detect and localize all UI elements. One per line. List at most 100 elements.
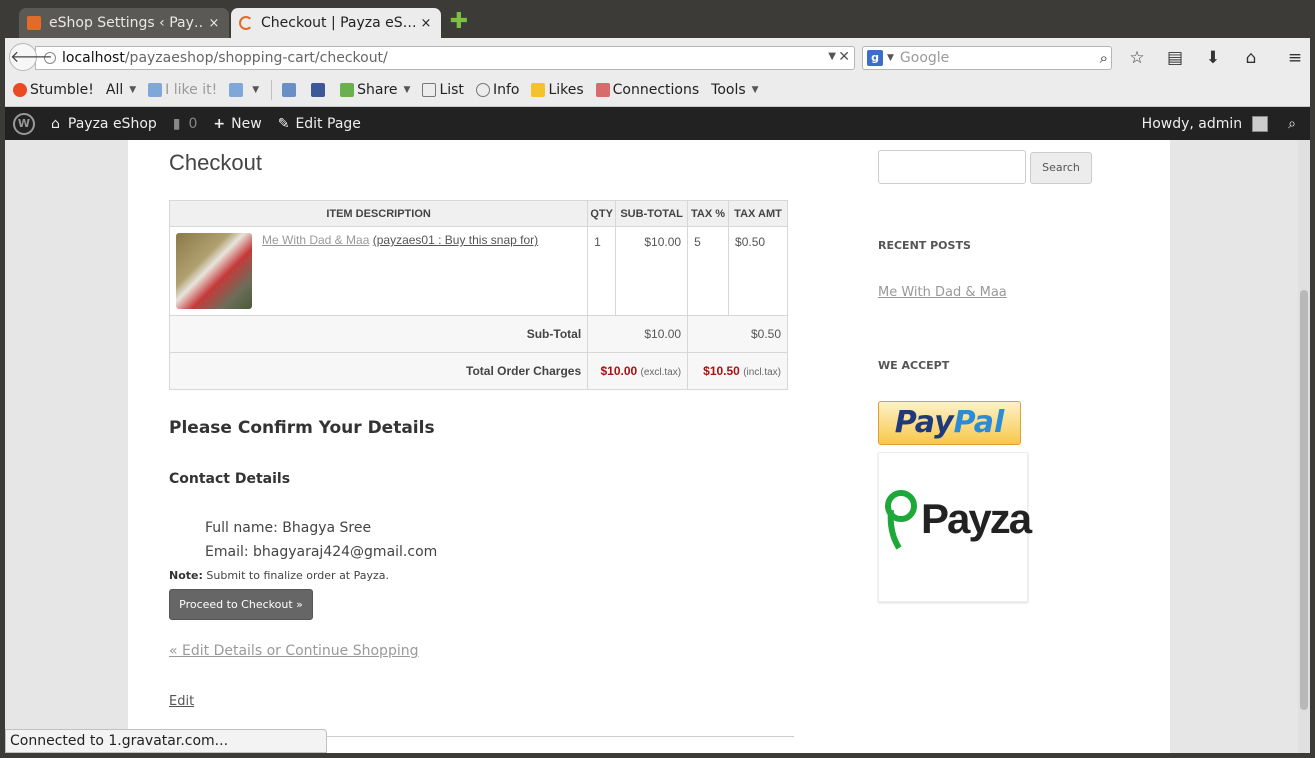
all-label: All <box>105 82 124 98</box>
connections-button[interactable]: Connections <box>595 82 700 98</box>
howdy-label[interactable]: Howdy, admin <box>1142 116 1242 132</box>
payza-p-icon <box>885 490 917 550</box>
page-scrollbar[interactable] <box>1298 140 1310 753</box>
col-tax-pct: TAX % <box>687 200 730 227</box>
admin-new-link[interactable]: + New <box>213 116 261 132</box>
total-row: Total Order Charges $10.00 (excl.tax) $1… <box>168 352 788 390</box>
people-icon <box>595 83 610 97</box>
confirm-details-heading: Please Confirm Your Details <box>169 418 435 438</box>
stop-reload-icon[interactable]: ✕ <box>838 49 850 65</box>
recent-posts-title: RECENT POSTS <box>878 239 971 252</box>
item-description-cell: Me With Dad & Maa (payzaes01 : Buy this … <box>168 226 589 316</box>
paypal-logo[interactable]: PayPal <box>878 401 1021 445</box>
dislike-button[interactable]: ▼ <box>229 83 259 97</box>
proceed-to-checkout-button[interactable]: Proceed to Checkout » <box>169 589 313 620</box>
new-tab-plus-icon[interactable]: ✚ <box>449 11 469 33</box>
tab-bar: eShop Settings ‹ Pay… × Checkout | Payza… <box>5 5 1310 38</box>
star-icon <box>531 83 546 97</box>
excl-tax-note: (excl.tax) <box>640 367 682 378</box>
tab-close-icon[interactable]: × <box>419 16 433 31</box>
note-label: Note: <box>169 569 203 582</box>
browser-window: eShop Settings ‹ Pay… × Checkout | Payza… <box>5 5 1310 753</box>
search-bar[interactable]: g ▼ Google ⌕ <box>862 46 1112 70</box>
list-button[interactable]: List <box>422 82 464 98</box>
admin-edit-page-link[interactable]: ✎ Edit Page <box>278 116 361 132</box>
google-engine-icon[interactable]: g <box>867 50 883 66</box>
wordpress-logo-icon[interactable]: W <box>13 112 35 135</box>
tab-label: Checkout | Payza eS… <box>261 15 415 31</box>
sidebar-search-button[interactable]: Search <box>1030 152 1092 184</box>
thumbs-down-icon <box>229 83 244 97</box>
status-bar: Connected to 1.gravatar.com... <box>5 729 327 753</box>
toolbar-divider <box>271 80 273 100</box>
stumbleupon-toolbar: Stumble! All ▼ I like it! ▼ Share ▼ List I… <box>5 74 1310 107</box>
facebook-icon <box>311 83 326 97</box>
avatar[interactable] <box>1252 115 1269 132</box>
note-text: Submit to finalize order at Payza. <box>206 569 390 582</box>
scrollbar-thumb[interactable] <box>1300 290 1308 710</box>
subtotal-row: Sub-Total $10.00 $0.50 <box>168 315 788 353</box>
info-label: Info <box>492 82 520 98</box>
site-name: Payza eShop <box>67 115 157 132</box>
contact-full-name: Full name: Bhagya Sree <box>205 520 372 536</box>
share-icon <box>340 83 355 97</box>
tag-button[interactable] <box>282 83 299 97</box>
home-icon[interactable]: ⌂ <box>1239 48 1263 68</box>
caret-down-icon: ▼ <box>252 85 260 95</box>
tools-dropdown[interactable]: Tools ▼ <box>711 82 758 98</box>
bookmark-star-icon[interactable]: ☆ <box>1125 48 1149 68</box>
col-item-description: ITEM DESCRIPTION <box>168 200 589 227</box>
all-dropdown[interactable]: All ▼ <box>106 82 136 98</box>
tag-icon <box>282 83 297 97</box>
edit-page-link[interactable]: Edit <box>169 694 194 709</box>
item-name-link[interactable]: Me With Dad & Maa <box>262 233 369 247</box>
comment-count: 0 <box>188 115 198 132</box>
comment-bubble-icon: ▮ <box>172 115 181 132</box>
subtotal-value: $10.00 <box>587 315 689 353</box>
total-excl-value: $10.00 <box>600 364 638 378</box>
tab-close-icon[interactable]: × <box>207 16 221 31</box>
back-button[interactable]: 🡐 <box>9 43 53 71</box>
admin-comments-link[interactable]: ▮ 0 <box>173 116 198 132</box>
total-incl-value: $10.50 <box>703 364 740 378</box>
caret-down-icon: ▼ <box>403 85 411 95</box>
url-bar[interactable]: localhost/payzaeshop/shopping-cart/check… <box>35 46 855 70</box>
tab-checkout[interactable]: Checkout | Payza eS… × <box>231 8 441 38</box>
url-dropdown-icon[interactable]: ▼ <box>828 51 836 62</box>
caret-down-icon: ▼ <box>129 85 137 95</box>
menu-icon[interactable]: ≡ <box>1283 48 1307 68</box>
payza-wordmark: Payza <box>921 495 1032 542</box>
facebook-button[interactable] <box>311 83 328 97</box>
item-tax-amt: $0.50 <box>728 226 788 316</box>
nav-icons: ☆ ▤ ⬇ ⌂ ≡ <box>1125 48 1307 68</box>
share-button[interactable]: Share ▼ <box>340 82 410 98</box>
paypal-pay-text: Pay <box>894 405 954 440</box>
checkout-note: Note: Submit to finalize order at Payza. <box>169 569 389 582</box>
list-label: List <box>439 82 464 98</box>
contact-email: Email: bhagyaraj424@gmail.com <box>205 544 438 560</box>
likes-button[interactable]: Likes <box>531 82 584 98</box>
admin-site-link[interactable]: ⌂ Payza eShop <box>51 116 157 132</box>
paypal-pal-text: Pal <box>953 405 1005 440</box>
wp-admin-bar: W ⌂ Payza eShop ▮ 0 + New ✎ Edit Page Howdy,… <box>5 107 1310 140</box>
info-button[interactable]: Info <box>475 82 520 98</box>
search-icon[interactable]: ⌕ <box>1288 116 1296 132</box>
bookmarks-list-icon[interactable]: ▤ <box>1163 48 1187 68</box>
downloads-icon[interactable]: ⬇ <box>1201 48 1225 68</box>
connections-label: Connections <box>612 82 700 98</box>
stumble-label: Stumble! <box>30 82 94 98</box>
total-incl-cell: $10.50 (incl.tax) <box>687 352 788 390</box>
edit-details-link[interactable]: « Edit Details or Continue Shopping <box>169 643 418 659</box>
tab-eshop-settings[interactable]: eShop Settings ‹ Pay… × <box>19 8 229 38</box>
payza-logo[interactable]: Payza <box>878 452 1032 602</box>
recent-post-link[interactable]: Me With Dad & Maa <box>878 285 1007 300</box>
search-icon[interactable]: ⌕ <box>1100 49 1108 67</box>
item-thumbnail[interactable] <box>176 233 252 309</box>
new-label: New <box>231 115 262 132</box>
stumble-button[interactable]: Stumble! <box>13 82 94 98</box>
engine-dropdown-icon[interactable]: ▼ <box>887 53 894 63</box>
page-title: Checkout <box>169 150 262 175</box>
table-row: Me With Dad & Maa (payzaes01 : Buy this … <box>168 226 788 316</box>
like-button[interactable]: I like it! <box>148 82 217 98</box>
sidebar-search-input[interactable] <box>878 150 1026 184</box>
